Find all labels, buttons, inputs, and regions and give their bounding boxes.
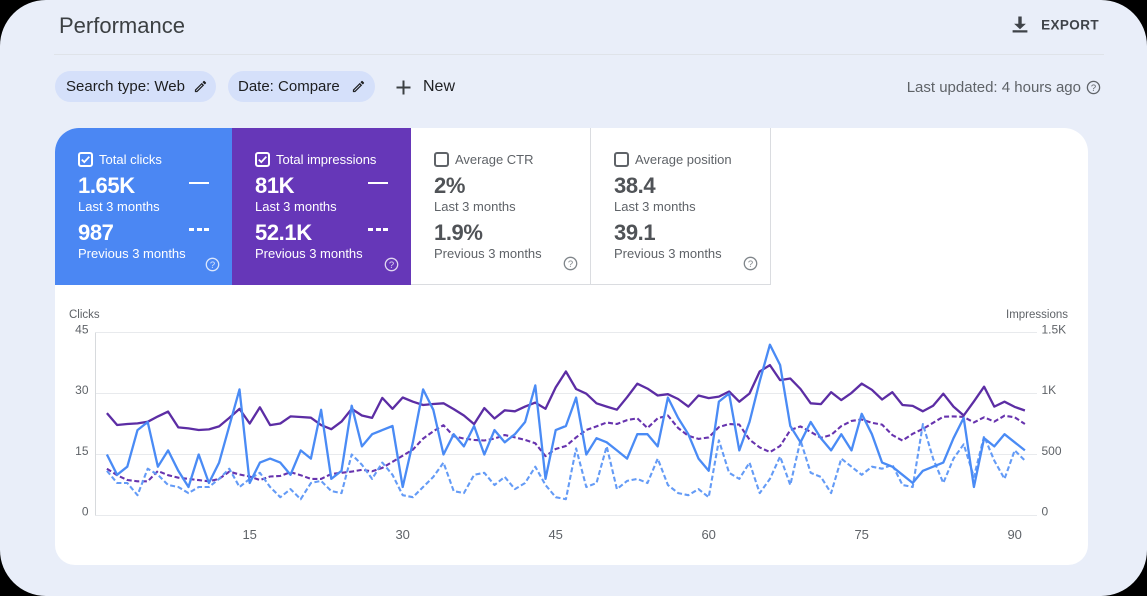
svg-text:0: 0	[82, 504, 89, 518]
svg-text:30: 30	[75, 383, 89, 397]
svg-text:90: 90	[1007, 527, 1021, 542]
svg-text:0: 0	[1042, 504, 1049, 518]
svg-text:15: 15	[242, 527, 256, 542]
svg-text:45: 45	[75, 323, 89, 337]
svg-text:60: 60	[701, 527, 715, 542]
svg-text:1K: 1K	[1042, 383, 1057, 397]
svg-text:500: 500	[1042, 444, 1062, 458]
svg-text:75: 75	[854, 527, 868, 542]
svg-text:30: 30	[395, 527, 409, 542]
svg-text:45: 45	[548, 527, 562, 542]
svg-text:15: 15	[75, 444, 89, 458]
svg-text:1.5K: 1.5K	[1042, 323, 1067, 337]
